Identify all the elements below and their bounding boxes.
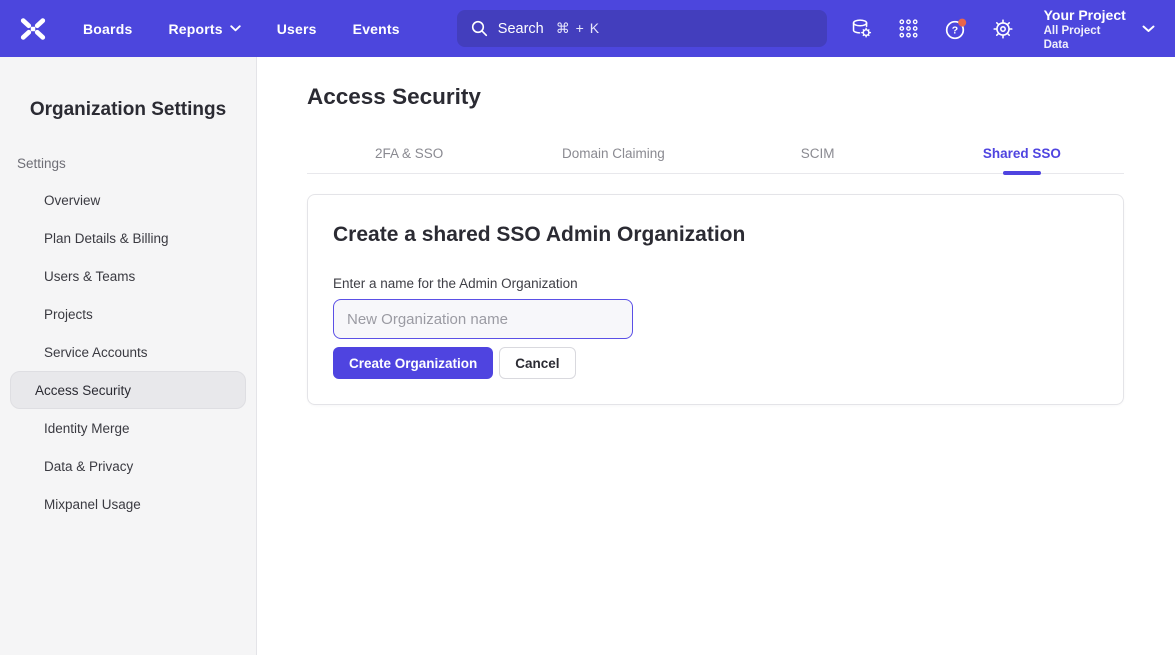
nav-item-boards[interactable]: Boards	[83, 21, 132, 37]
project-scope: All Project Data	[1044, 24, 1126, 52]
tab-label: Domain Claiming	[562, 146, 665, 161]
sidebar-item-label: Mixpanel Usage	[44, 497, 141, 512]
sidebar-menu: Overview Plan Details & Billing Users & …	[0, 181, 256, 523]
sidebar-item-users-teams[interactable]: Users & Teams	[10, 257, 246, 295]
sidebar-section-label: Settings	[17, 156, 256, 171]
nav-item-users[interactable]: Users	[277, 21, 317, 37]
access-security-tabs: 2FA & SSO Domain Claiming SCIM Shared SS…	[307, 134, 1124, 174]
project-name: Your Project	[1044, 6, 1126, 24]
project-switcher[interactable]: Your Project All Project Data	[1044, 6, 1126, 52]
nav-item-label: Boards	[83, 21, 132, 37]
card-title: Create a shared SSO Admin Organization	[333, 223, 1098, 247]
settings-gear-icon[interactable]	[990, 16, 1015, 42]
tab-shared-sso[interactable]: Shared SSO	[920, 134, 1124, 173]
search-input[interactable]: Search ⌘ + K	[457, 10, 827, 47]
search-shortcut: ⌘ + K	[556, 20, 600, 37]
nav-item-label: Events	[353, 21, 400, 37]
sidebar-item-label: Overview	[44, 193, 100, 208]
tab-domain-claiming[interactable]: Domain Claiming	[511, 134, 715, 173]
sidebar-item-label: Access Security	[35, 383, 131, 398]
sidebar-item-overview[interactable]: Overview	[10, 181, 246, 219]
tab-2fa-sso[interactable]: 2FA & SSO	[307, 134, 511, 173]
sidebar-title: Organization Settings	[0, 99, 256, 121]
chevron-down-icon	[230, 25, 241, 32]
active-tab-underline	[1003, 171, 1041, 175]
tab-scim[interactable]: SCIM	[716, 134, 920, 173]
sidebar-item-label: Users & Teams	[44, 269, 135, 284]
nav-item-label: Reports	[168, 21, 222, 37]
nav-right-section: ? Your Project	[827, 6, 1155, 52]
sidebar-item-access-security[interactable]: Access Security	[10, 371, 246, 409]
search-placeholder: Search	[498, 21, 544, 37]
primary-nav-menu: Boards Reports Users Events	[83, 21, 400, 37]
tab-label: 2FA & SSO	[375, 146, 443, 161]
notification-dot	[958, 18, 966, 26]
sidebar-item-label: Identity Merge	[44, 421, 130, 436]
main-content: Access Security 2FA & SSO Domain Claimin…	[257, 57, 1175, 655]
sidebar-item-data-privacy[interactable]: Data & Privacy	[10, 447, 246, 485]
top-navigation-bar: Boards Reports Users Events Search ⌘ + K	[0, 0, 1175, 57]
page-shell: Organization Settings Settings Overview …	[0, 57, 1175, 655]
nav-item-reports[interactable]: Reports	[168, 21, 240, 37]
tab-label: Shared SSO	[983, 146, 1061, 161]
sidebar-item-identity-merge[interactable]: Identity Merge	[10, 409, 246, 447]
organization-settings-sidebar: Organization Settings Settings Overview …	[0, 57, 257, 655]
sidebar-item-label: Service Accounts	[44, 345, 148, 360]
org-name-field-label: Enter a name for the Admin Organization	[333, 276, 1098, 291]
mixpanel-logo-icon[interactable]	[17, 14, 49, 44]
help-icon[interactable]: ?	[943, 16, 968, 42]
sidebar-item-mixpanel-usage[interactable]: Mixpanel Usage	[10, 485, 246, 523]
create-organization-button[interactable]: Create Organization	[333, 347, 493, 379]
search-icon	[471, 20, 488, 37]
sidebar-item-projects[interactable]: Projects	[10, 295, 246, 333]
nav-item-label: Users	[277, 21, 317, 37]
org-name-input[interactable]	[333, 299, 633, 339]
sidebar-item-service-accounts[interactable]: Service Accounts	[10, 333, 246, 371]
sidebar-item-label: Data & Privacy	[44, 459, 133, 474]
page-title: Access Security	[307, 84, 1124, 110]
sidebar-item-label: Plan Details & Billing	[44, 231, 169, 246]
tab-label: SCIM	[801, 146, 835, 161]
nav-item-events[interactable]: Events	[353, 21, 400, 37]
create-shared-sso-card: Create a shared SSO Admin Organization E…	[307, 194, 1124, 405]
data-management-icon[interactable]	[849, 16, 874, 42]
project-chevron-down-icon[interactable]	[1142, 25, 1155, 33]
card-actions: Create Organization Cancel	[333, 347, 1098, 379]
cancel-button[interactable]: Cancel	[499, 347, 575, 379]
sidebar-item-label: Projects	[44, 307, 93, 322]
svg-text:?: ?	[952, 24, 958, 36]
sidebar-item-plan-details-billing[interactable]: Plan Details & Billing	[10, 219, 246, 257]
apps-grid-icon[interactable]	[896, 16, 921, 42]
